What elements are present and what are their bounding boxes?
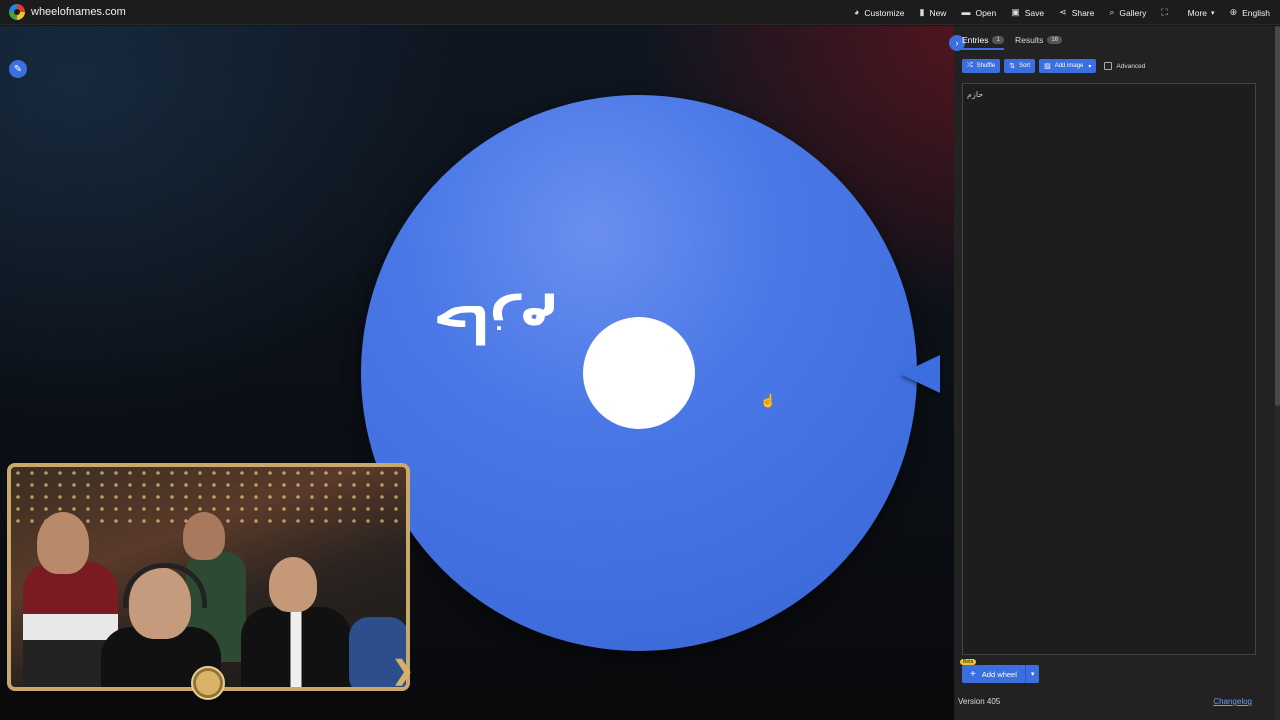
wheel-logo-icon [9,4,25,20]
brand[interactable]: wheelofnames.com [9,4,126,20]
person-body [241,607,351,687]
fullscreen-button[interactable]: ⛶ [1161,8,1172,17]
share-icon: ⋖ [1059,7,1067,17]
person-head [183,512,225,560]
main-nav: ◕ Customize ▮ New ▬ Open ▣ Save ⋖ Share … [839,0,1270,25]
fullscreen-icon: ⛶ [1161,7,1168,17]
add-wheel-label: Add wheel [981,669,1017,679]
webcam-emblem-icon [191,666,225,700]
nav-save[interactable]: ▣ Save [1011,8,1044,18]
webcam-overlay [7,463,410,691]
image-icon: ▨ [1044,63,1051,70]
nav-customize-label: Customize [864,7,905,18]
webcam-corner-ornament-icon: ❯ [392,655,414,685]
add-wheel-dropdown-button[interactable]: ▾ [1024,665,1040,683]
tab-results-label: Results [1015,35,1044,45]
save-icon: ▣ [1011,7,1020,17]
add-image-label: Add image [1054,63,1084,69]
search-icon: ⌕ [1109,7,1115,17]
plus-icon: + [970,668,976,680]
advanced-toggle[interactable]: Advanced [1104,62,1145,70]
add-wheel-button-group: Beta + Add wheel ▾ [960,659,1040,683]
nav-customize[interactable]: ◕ Customize [854,8,905,18]
entry-line: حازم [967,90,984,99]
sort-icon: ⇅ [1009,63,1016,70]
folder-icon: ▬ [961,7,971,17]
wheel-pointer-icon [900,355,940,393]
nav-share-label: Share [1071,7,1095,18]
shuffle-icon: ⤮ [967,62,973,69]
tab-entries-label: Entries [962,35,989,45]
entries-toolbar: ⤮ Shuffle ⇅ Sort ▨ Add image ▾ Advanced [962,59,1145,73]
entries-textarea[interactable]: حازم [962,83,1256,655]
pencil-icon: ✎ [13,63,23,75]
add-image-button[interactable]: ▨ Add image ▾ [1039,59,1097,73]
sort-button[interactable]: ⇅ Sort [1004,59,1036,73]
nav-language-label: English [1242,7,1270,18]
palette-icon: ◕ [853,7,860,17]
version-text: Version 405 [958,697,1001,706]
globe-icon: ⊕ [1229,7,1238,17]
nav-open[interactable]: ▬ Open [961,8,996,18]
wheel-segment-label: حازم [432,293,558,353]
entries-count-badge: 1 [992,36,1004,44]
nav-save-label: Save [1024,7,1045,18]
sort-label: Sort [1019,63,1031,69]
file-icon: ▮ [919,7,925,17]
advanced-label: Advanced [1116,62,1146,70]
entries-panel: › Entries 1 Results 16 ⤮ Shuffle ⇅ Sort … [949,26,1280,720]
edit-pencil-button[interactable]: ✎ [9,60,27,78]
chevron-right-icon: › [955,38,959,48]
panel-scrollbar[interactable] [1275,26,1280,720]
brand-name: wheelofnames.com [31,6,126,18]
person-head [269,557,317,612]
chevron-down-icon: ▾ [1030,671,1035,678]
shuffle-label: Shuffle [976,63,996,69]
chevron-down-icon: ▾ [1211,9,1215,17]
nav-new[interactable]: ▮ New [919,8,946,18]
chevron-down-icon: ▾ [1088,63,1092,70]
person-head [37,512,89,574]
tab-results[interactable]: Results 16 [1015,35,1063,45]
add-wheel-button[interactable]: + Add wheel [962,665,1025,683]
nav-more-label: More [1187,7,1208,18]
results-count-badge: 16 [1047,36,1063,44]
hand-cursor-icon: ☝ [760,393,777,408]
nav-more[interactable]: More ▾ [1188,8,1215,18]
nav-gallery[interactable]: ⌕ Gallery [1109,8,1146,18]
nav-language[interactable]: ⊕ English [1230,8,1270,18]
changelog-link[interactable]: Changelog [1213,697,1252,706]
nav-share[interactable]: ⋖ Share [1059,8,1094,18]
wheel-center-hub[interactable] [583,317,695,429]
nav-open-label: Open [975,7,997,18]
nav-gallery-label: Gallery [1119,7,1147,18]
advanced-checkbox[interactable] [1104,62,1113,70]
shuffle-button[interactable]: ⤮ Shuffle [962,59,1001,73]
beta-badge: Beta [960,659,977,665]
nav-new-label: New [929,7,947,18]
top-bar: wheelofnames.com ◕ Customize ▮ New ▬ Ope… [0,0,1280,25]
scrollbar-thumb[interactable] [1275,26,1280,406]
tab-entries[interactable]: Entries 1 [962,35,1004,50]
